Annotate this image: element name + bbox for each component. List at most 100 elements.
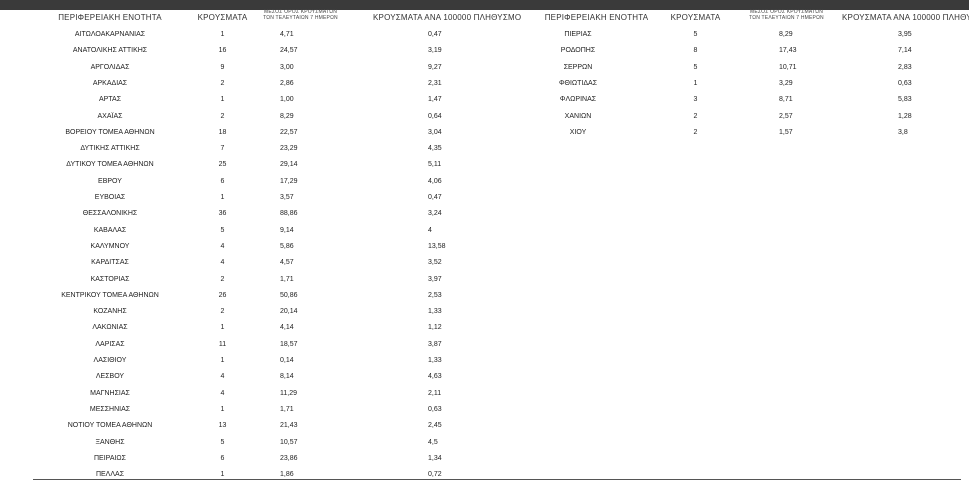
cell-cases: 1: [220, 405, 225, 413]
cell-per: 1,47: [428, 96, 442, 104]
cell-per: 4: [428, 226, 432, 234]
cell-cases: 2: [220, 275, 225, 283]
cell-cases: 9: [220, 63, 225, 71]
cell-name: ΡΟΔΟΠΗΣ: [560, 47, 596, 55]
cell-avg: 0,14: [280, 357, 294, 364]
cell-cases: 1: [220, 324, 225, 332]
cell-name: ΑΝΑΤΟΛΙΚΗΣ ΑΤΤΙΚΗΣ: [72, 47, 148, 55]
cell-avg: 5,86: [280, 242, 294, 250]
cell-cases: 1: [220, 31, 225, 38]
cell-avg: 3,00: [280, 63, 294, 71]
cell-per: 3,52: [428, 259, 442, 267]
cell-cases: 1: [693, 79, 698, 87]
cell-avg: 8,29: [779, 31, 793, 38]
cell-per: 2,11: [428, 389, 442, 397]
cell-name: ΧΙΟΥ: [569, 128, 587, 136]
cell-cases: 2: [220, 79, 225, 87]
cell-avg: 10,71: [779, 63, 797, 71]
cell-name: ΝΟΤΙΟΥ ΤΟΜΕΑ ΑΘΗΝΩΝ: [67, 422, 153, 430]
cell-cases: 1: [220, 194, 225, 201]
header-region-right: ΠΕΡΙΦΕΡΕΙΑΚΗ ΕΝΟΤΗΤΑ: [544, 13, 649, 22]
cell-per: 4,06: [428, 177, 442, 185]
cell-avg: 1,71: [280, 275, 294, 283]
cell-name: ΛΑΡΙΣΑΣ: [95, 340, 125, 348]
cell-avg: 23,29: [280, 145, 298, 153]
cell-per: 0,47: [428, 194, 442, 201]
cell-cases: 4: [220, 373, 225, 381]
cell-avg: 8,29: [280, 112, 294, 120]
cell-per: 2,53: [428, 291, 442, 299]
cell-per: 2,45: [428, 422, 442, 430]
cell-per: 4,35: [428, 145, 442, 153]
cell-per: 3,24: [428, 210, 442, 218]
cell-per: 3,87: [428, 340, 442, 348]
cell-name: ΞΑΝΘΗΣ: [95, 438, 125, 446]
cell-avg: 1,71: [280, 405, 294, 413]
cell-cases: 18: [218, 128, 227, 136]
cell-cases: 5: [693, 63, 698, 71]
cell-name: ΧΑΝΙΩΝ: [564, 112, 592, 120]
cell-per: 0,47: [428, 31, 442, 38]
cell-avg: 4,14: [280, 324, 294, 332]
cell-per: 1,28: [898, 112, 912, 120]
cell-avg: 3,29: [779, 79, 793, 87]
cell-cases: 3: [693, 96, 698, 104]
cell-per: 1,34: [428, 454, 442, 462]
cell-name: ΑΡΤΑΣ: [98, 96, 122, 104]
cell-avg: 4,71: [280, 31, 294, 38]
cell-avg: 88,86: [280, 210, 298, 218]
cell-avg: 1,00: [280, 96, 294, 104]
cell-cases: 2: [693, 128, 698, 136]
cell-name: ΔΥΤΙΚΗΣ ΑΤΤΙΚΗΣ: [80, 145, 140, 153]
cell-name: ΚΕΝΤΡΙΚΟΥ ΤΟΜΕΑ ΑΘΗΝΩΝ: [61, 291, 159, 299]
cell-name: ΕΒΡΟΥ: [98, 177, 122, 185]
cell-per: 4,63: [428, 373, 442, 381]
cell-name: ΛΑΣΙΘΙΟΥ: [93, 357, 127, 364]
cell-cases: 2: [220, 112, 225, 120]
cell-name: ΛΑΚΩΝΙΑΣ: [92, 324, 128, 332]
cell-name: ΠΙΕΡΙΑΣ: [564, 31, 592, 38]
cell-name: ΑΧΑΪΑΣ: [97, 112, 123, 120]
cell-per: 2,83: [898, 63, 912, 71]
cell-name: ΣΕΡΡΩΝ: [563, 63, 593, 71]
cell-name: ΚΑΡΔΙΤΣΑΣ: [91, 259, 129, 267]
cell-cases: 4: [220, 242, 225, 250]
cell-cases: 1: [220, 96, 225, 104]
cell-avg: 21,43: [280, 422, 298, 430]
cell-avg: 4,57: [280, 259, 294, 267]
cell-avg: 17,29: [280, 177, 298, 185]
cell-avg: 9,14: [280, 226, 294, 234]
cell-name: ΚΑΛΥΜΝΟΥ: [90, 242, 130, 250]
cell-cases: 5: [693, 31, 698, 38]
cell-name: ΛΕΣΒΟΥ: [95, 373, 125, 381]
cell-per: 3,8: [898, 128, 908, 136]
cell-cases: 5: [220, 438, 225, 446]
cell-cases: 6: [220, 454, 225, 462]
cell-cases: 2: [220, 308, 225, 316]
cell-cases: 36: [218, 210, 227, 218]
cell-cases: 4: [220, 259, 225, 267]
cell-avg: 23,86: [280, 454, 298, 462]
cell-cases: 6: [220, 177, 225, 185]
cell-avg: 8,71: [779, 96, 793, 104]
cell-cases: 1: [220, 357, 225, 364]
cell-per: 3,95: [898, 31, 912, 38]
header-cases-left: ΚΡΟΥΣΜΑΤΑ: [197, 13, 248, 22]
cell-per: 9,27: [428, 63, 442, 71]
cell-per: 1,12: [428, 324, 442, 332]
cell-per: 13,58: [428, 242, 446, 250]
cell-avg: 24,57: [280, 47, 298, 55]
cell-avg: 10,57: [280, 438, 298, 446]
cell-avg: 2,86: [280, 79, 294, 87]
cell-cases: 11: [218, 340, 227, 348]
cell-name: ΠΕΙΡΑΙΩΣ: [94, 454, 126, 462]
cell-name: ΚΟΖΑΝΗΣ: [93, 308, 127, 316]
cell-per: 5,11: [428, 161, 442, 169]
cell-per: 4,5: [428, 438, 438, 446]
cell-per: 1,33: [428, 357, 442, 364]
cell-per: 3,97: [428, 275, 442, 283]
cell-cases: 5: [220, 226, 225, 234]
cell-cases: 16: [218, 47, 227, 55]
header-avg7-left: ΜΕΣΟΣ ΟΡΟΣ ΚΡΟΥΣΜΑΤΩΝ ΤΩΝ ΤΕΛΕΥΤΑΙΩΝ 7 Η…: [263, 9, 338, 21]
cell-cases: 13: [218, 422, 227, 430]
